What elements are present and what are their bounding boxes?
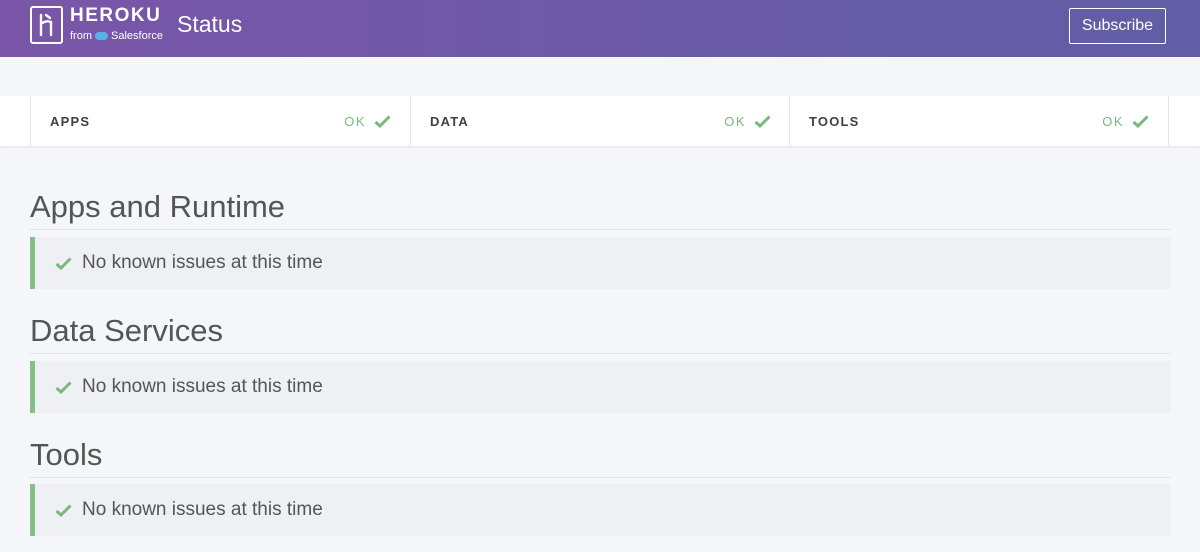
header: HEROKU from Salesforce Status Subscribe: [0, 0, 1200, 57]
heroku-logo-icon[interactable]: [30, 6, 63, 44]
status-cell-apps[interactable]: APPS OK: [30, 96, 410, 146]
section-title-tools: Tools: [30, 437, 1170, 478]
status-cell-data[interactable]: DATA OK: [410, 96, 790, 146]
status-name: APPS: [50, 113, 91, 129]
salesforce-cloud-icon: [95, 32, 108, 40]
status-name: DATA: [430, 113, 469, 129]
issue-box-data-services: No known issues at this time: [30, 361, 1170, 413]
status-indicator: OK: [344, 114, 391, 129]
section-title-apps-runtime: Apps and Runtime: [30, 189, 1170, 230]
checkmark-icon: [55, 380, 72, 394]
section-title-data-services: Data Services: [30, 313, 1170, 354]
issue-box-apps-runtime: No known issues at this time: [30, 237, 1170, 289]
page-title: Status: [177, 11, 243, 37]
status-name: TOOLS: [809, 113, 860, 129]
issue-box-tools: No known issues at this time: [30, 484, 1170, 536]
brand-partner: Salesforce: [111, 30, 163, 42]
issue-message: No known issues at this time: [82, 499, 323, 520]
checkmark-icon: [55, 256, 72, 270]
brand-tagline: from Salesforce: [70, 30, 163, 42]
status-summary-bar: APPS OK DATA OK TOOLS OK: [0, 96, 1200, 146]
status-value: OK: [1102, 113, 1124, 129]
brand-from: from: [70, 30, 92, 42]
issue-message: No known issues at this time: [82, 252, 323, 273]
status-value: OK: [724, 113, 746, 129]
subscribe-button[interactable]: Subscribe: [1069, 8, 1166, 44]
checkmark-icon: [1132, 114, 1149, 128]
checkmark-icon: [55, 503, 72, 517]
issue-message: No known issues at this time: [82, 376, 323, 397]
status-cell-tools[interactable]: TOOLS OK: [789, 96, 1169, 146]
status-indicator: OK: [1102, 114, 1149, 129]
brand-name[interactable]: HEROKU: [70, 5, 161, 27]
status-indicator: OK: [724, 114, 771, 129]
status-value: OK: [344, 113, 366, 129]
checkmark-icon: [374, 114, 391, 128]
checkmark-icon: [754, 114, 771, 128]
